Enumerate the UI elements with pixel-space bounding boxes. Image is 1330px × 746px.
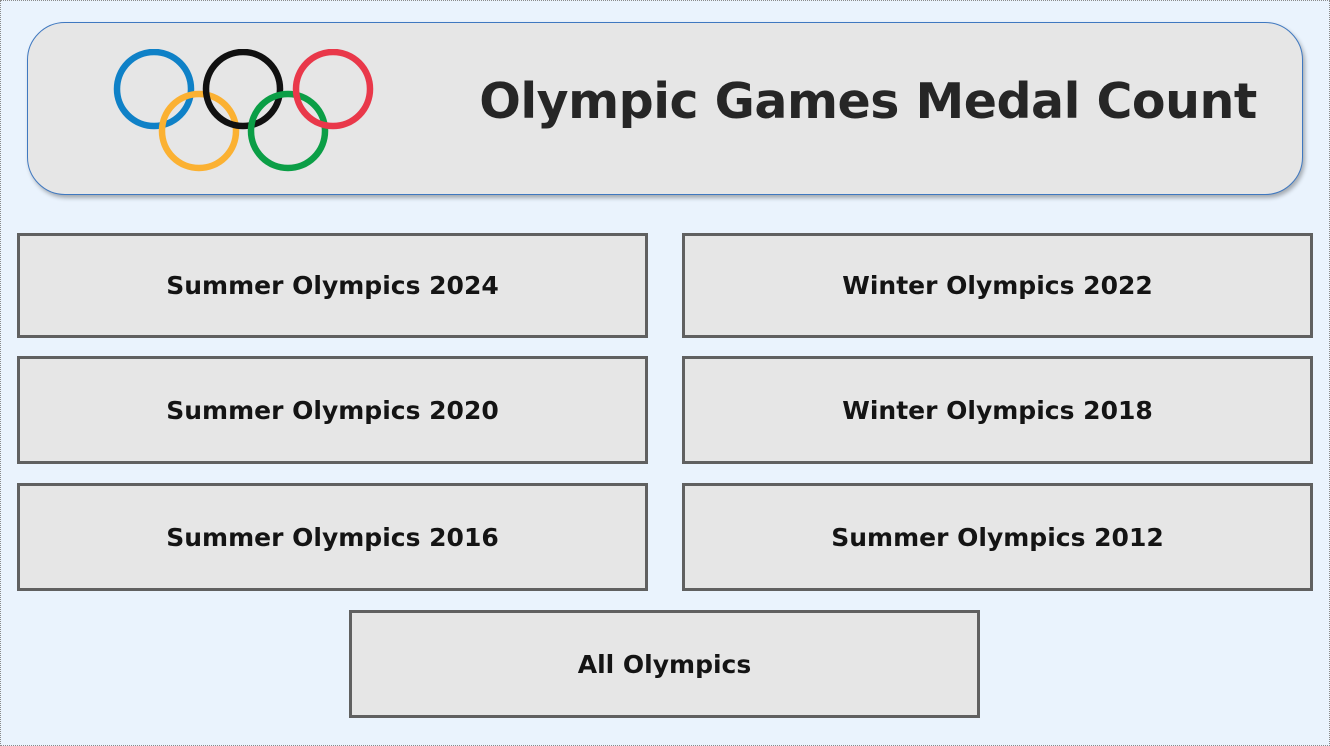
button-label: Winter Olympics 2018 bbox=[842, 395, 1153, 425]
summer-olympics-2024-button[interactable]: Summer Olympics 2024 bbox=[17, 233, 648, 338]
button-label: Summer Olympics 2016 bbox=[166, 522, 499, 552]
ring-green bbox=[247, 90, 329, 172]
summer-olympics-2016-button[interactable]: Summer Olympics 2016 bbox=[17, 483, 648, 591]
winter-olympics-2018-button[interactable]: Winter Olympics 2018 bbox=[682, 356, 1313, 464]
summer-olympics-2012-button[interactable]: Summer Olympics 2012 bbox=[682, 483, 1313, 591]
button-label: Summer Olympics 2020 bbox=[166, 395, 499, 425]
ring-black bbox=[202, 49, 284, 130]
winter-olympics-2022-button[interactable]: Winter Olympics 2022 bbox=[682, 233, 1313, 338]
header-banner: Olympic Games Medal Count bbox=[27, 22, 1303, 195]
page-title: Olympic Games Medal Count bbox=[479, 73, 1257, 130]
button-label: Winter Olympics 2022 bbox=[842, 271, 1153, 300]
olympic-rings-icon bbox=[113, 49, 374, 172]
all-olympics-button[interactable]: All Olympics bbox=[349, 610, 980, 718]
summer-olympics-2020-button[interactable]: Summer Olympics 2020 bbox=[17, 356, 648, 464]
ring-red bbox=[292, 49, 374, 130]
button-label: Summer Olympics 2024 bbox=[166, 271, 499, 300]
ring-yellow bbox=[158, 90, 240, 172]
ring-blue bbox=[113, 49, 195, 130]
button-label: Summer Olympics 2012 bbox=[831, 522, 1164, 552]
button-label: All Olympics bbox=[577, 649, 752, 679]
